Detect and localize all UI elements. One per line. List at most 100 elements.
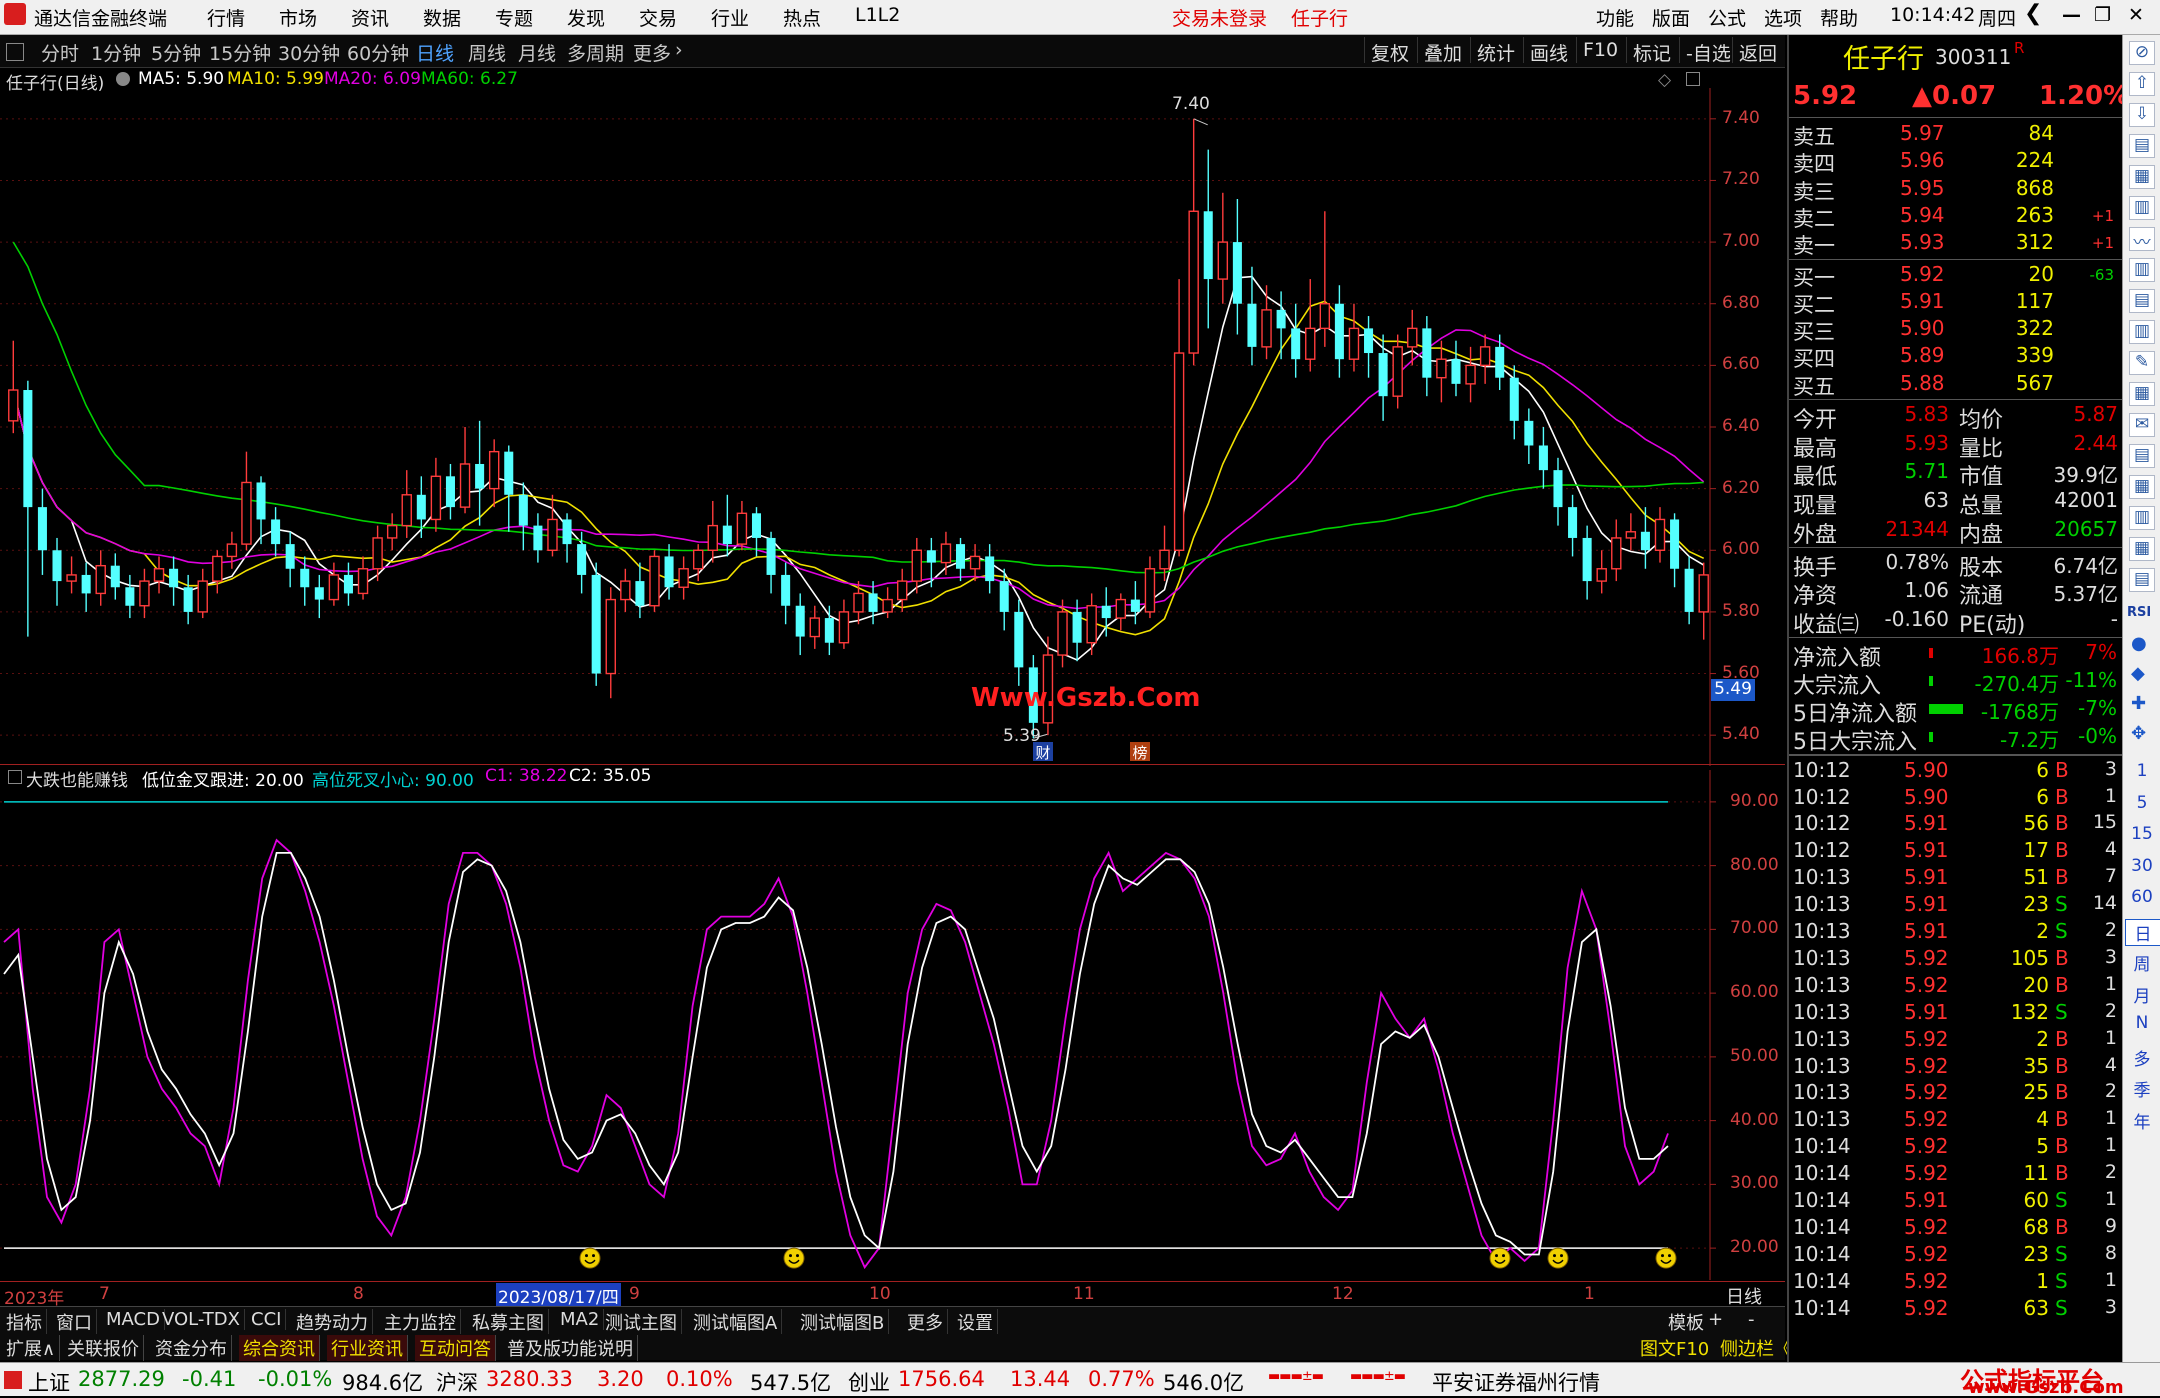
tab-indicator-6[interactable]: 主力监控 bbox=[380, 1309, 461, 1335]
candlestick-chart[interactable] bbox=[0, 88, 1785, 766]
tab-indicator-3[interactable]: VOL-TDX bbox=[158, 1309, 245, 1330]
finance-marker[interactable]: 财 bbox=[1033, 742, 1053, 762]
side-tool-icon[interactable]: ⇩ bbox=[2129, 103, 2155, 127]
side-tool-icon[interactable]: ▥ bbox=[2129, 258, 2155, 282]
tab-extension-2[interactable]: 资金分布 bbox=[151, 1335, 232, 1361]
side-tool-icon[interactable]: ⇧ bbox=[2129, 72, 2155, 96]
period-shortcut[interactable]: 年 bbox=[2125, 1108, 2159, 1133]
side-tool-icon[interactable]: ◆ bbox=[2131, 663, 2145, 684]
tab-indicator-0[interactable]: 指标 bbox=[2, 1309, 47, 1335]
back-icon[interactable]: ❮ bbox=[2024, 1, 2042, 26]
tab-panel-0[interactable]: 图文F10 bbox=[1640, 1335, 1709, 1361]
side-tool-icon[interactable]: ▦ bbox=[2129, 165, 2155, 189]
close-icon[interactable]: ✕ bbox=[2128, 4, 2144, 26]
tab-extension-1[interactable]: 关联报价 bbox=[63, 1335, 144, 1361]
side-tool-icon[interactable]: ▤ bbox=[2129, 568, 2155, 592]
tab-indicator-7[interactable]: 私募主图 bbox=[468, 1309, 549, 1335]
tab-extension-3[interactable]: 综合资讯 bbox=[239, 1335, 320, 1361]
side-tool-icon[interactable]: ⊘ bbox=[2129, 41, 2155, 65]
watchlist-button[interactable]: -自选 bbox=[1679, 37, 1737, 65]
login-status-link[interactable]: 交易未登录 bbox=[1172, 4, 1267, 31]
menu-item-formula[interactable]: 公式 bbox=[1708, 4, 1746, 31]
tab-period-timeshare[interactable]: 分时 bbox=[41, 39, 79, 66]
return-button[interactable]: 返回 bbox=[1732, 37, 1783, 65]
side-tool-icon[interactable]: ▥ bbox=[2129, 196, 2155, 220]
indicator-chart[interactable] bbox=[0, 770, 1785, 1280]
adjust-button[interactable]: 复权 bbox=[1364, 37, 1415, 65]
menu-item-market[interactable]: 市场 bbox=[279, 4, 317, 31]
stats-button[interactable]: 统计 bbox=[1470, 37, 1521, 65]
period-shortcut[interactable]: 季 bbox=[2125, 1076, 2159, 1101]
period-shortcut[interactable]: 5 bbox=[2125, 793, 2159, 813]
menu-item-news[interactable]: 资讯 bbox=[351, 4, 389, 31]
draw-button[interactable]: 画线 bbox=[1523, 37, 1574, 65]
tab-period-weekly[interactable]: 周线 bbox=[468, 39, 506, 66]
menu-item-discover[interactable]: 发现 bbox=[567, 4, 605, 31]
menu-item-function[interactable]: 功能 bbox=[1596, 4, 1634, 31]
side-tool-icon[interactable]: ▤ bbox=[2129, 444, 2155, 468]
side-tool-icon[interactable]: ▥ bbox=[2129, 506, 2155, 530]
period-shortcut[interactable]: 60 bbox=[2125, 887, 2159, 907]
ranking-marker[interactable]: 榜 bbox=[1130, 742, 1150, 762]
ask-price[interactable]: 5.95 bbox=[1900, 176, 1945, 200]
tab-right-0[interactable]: 模板 bbox=[1668, 1309, 1704, 1335]
ask-price[interactable]: 5.93 bbox=[1900, 230, 1945, 254]
tab-indicator-2[interactable]: MACD bbox=[102, 1309, 165, 1330]
tab-indicator-12[interactable]: 更多 bbox=[903, 1309, 948, 1335]
period-shortcut[interactable]: 周 bbox=[2125, 950, 2159, 975]
menu-item-options[interactable]: 选项 bbox=[1764, 4, 1802, 31]
period-shortcut[interactable]: 30 bbox=[2125, 856, 2159, 876]
tab-right-2[interactable]: - bbox=[1748, 1309, 1755, 1330]
menu-item-help[interactable]: 帮助 bbox=[1820, 4, 1858, 31]
tab-period-multi[interactable]: 多周期 bbox=[567, 39, 624, 66]
sh-index-name[interactable]: 上证 bbox=[28, 1367, 70, 1397]
tab-extension-6[interactable]: 普及版功能说明 bbox=[503, 1335, 638, 1361]
period-shortcut[interactable]: N bbox=[2125, 1013, 2159, 1033]
bid-price[interactable]: 5.92 bbox=[1900, 262, 1945, 286]
menu-item-trade[interactable]: 交易 bbox=[639, 4, 677, 31]
side-tool-icon[interactable]: ▦ bbox=[2129, 382, 2155, 406]
tab-indicator-5[interactable]: 趋势动力 bbox=[292, 1309, 373, 1335]
tab-period-daily[interactable]: 日线 bbox=[416, 39, 454, 66]
side-tool-icon[interactable]: ✉ bbox=[2129, 413, 2155, 437]
menu-item-quotes[interactable]: 行情 bbox=[207, 4, 245, 31]
tab-indicator-13[interactable]: 设置 bbox=[953, 1309, 998, 1335]
side-tool-icon[interactable]: ● bbox=[2131, 633, 2147, 654]
ask-price[interactable]: 5.94 bbox=[1900, 203, 1945, 227]
rsi-icon[interactable]: RSI bbox=[2127, 605, 2151, 620]
bid-price[interactable]: 5.90 bbox=[1900, 316, 1945, 340]
ask-price[interactable]: 5.97 bbox=[1900, 121, 1945, 145]
minimize-icon[interactable]: — bbox=[2062, 4, 2081, 26]
tab-extension-0[interactable]: 扩展∧ bbox=[2, 1335, 61, 1361]
side-tool-icon[interactable]: ▦ bbox=[2129, 475, 2155, 499]
side-tool-icon[interactable]: 〰 bbox=[2129, 227, 2155, 253]
menu-item-data[interactable]: 数据 bbox=[423, 4, 461, 31]
period-shortcut[interactable]: 月 bbox=[2125, 982, 2159, 1007]
menu-item-l1l2[interactable]: L1L2 bbox=[855, 4, 900, 26]
tab-indicator-11[interactable]: 测试幅图B bbox=[796, 1309, 890, 1335]
ask-price[interactable]: 5.96 bbox=[1900, 148, 1945, 172]
side-tool-icon[interactable]: ▤ bbox=[2129, 289, 2155, 313]
tab-indicator-4[interactable]: CCI bbox=[247, 1309, 287, 1330]
side-tool-icon[interactable]: ▤ bbox=[2129, 134, 2155, 158]
tab-period-1min[interactable]: 1分钟 bbox=[91, 39, 141, 66]
tab-extension-5[interactable]: 互动问答 bbox=[415, 1335, 496, 1361]
tab-period-15min[interactable]: 15分钟 bbox=[209, 39, 271, 66]
bid-price[interactable]: 5.88 bbox=[1900, 371, 1945, 395]
f10-button[interactable]: F10 bbox=[1576, 37, 1624, 63]
period-shortcut[interactable]: 15 bbox=[2125, 824, 2159, 844]
tab-period-monthly[interactable]: 月线 bbox=[518, 39, 556, 66]
menu-item-hot[interactable]: 热点 bbox=[783, 4, 821, 31]
tab-indicator-9[interactable]: 测试主图 bbox=[601, 1309, 682, 1335]
overlay-button[interactable]: 叠加 bbox=[1417, 37, 1468, 65]
tab-panel-1[interactable]: 侧边栏《 bbox=[1720, 1335, 1792, 1361]
side-tool-icon[interactable]: ▦ bbox=[2129, 537, 2155, 561]
tab-period-60min[interactable]: 60分钟 bbox=[347, 39, 409, 66]
side-tool-icon[interactable]: ✥ bbox=[2131, 723, 2146, 744]
menu-item-layout[interactable]: 版面 bbox=[1652, 4, 1690, 31]
window-toggle-icon[interactable] bbox=[1686, 72, 1700, 86]
chevron-right-icon[interactable]: › bbox=[675, 39, 683, 61]
tab-extension-4[interactable]: 行业资讯 bbox=[327, 1335, 408, 1361]
period-shortcut[interactable]: 多 bbox=[2125, 1045, 2159, 1070]
tab-period-more[interactable]: 更多 bbox=[633, 39, 671, 66]
